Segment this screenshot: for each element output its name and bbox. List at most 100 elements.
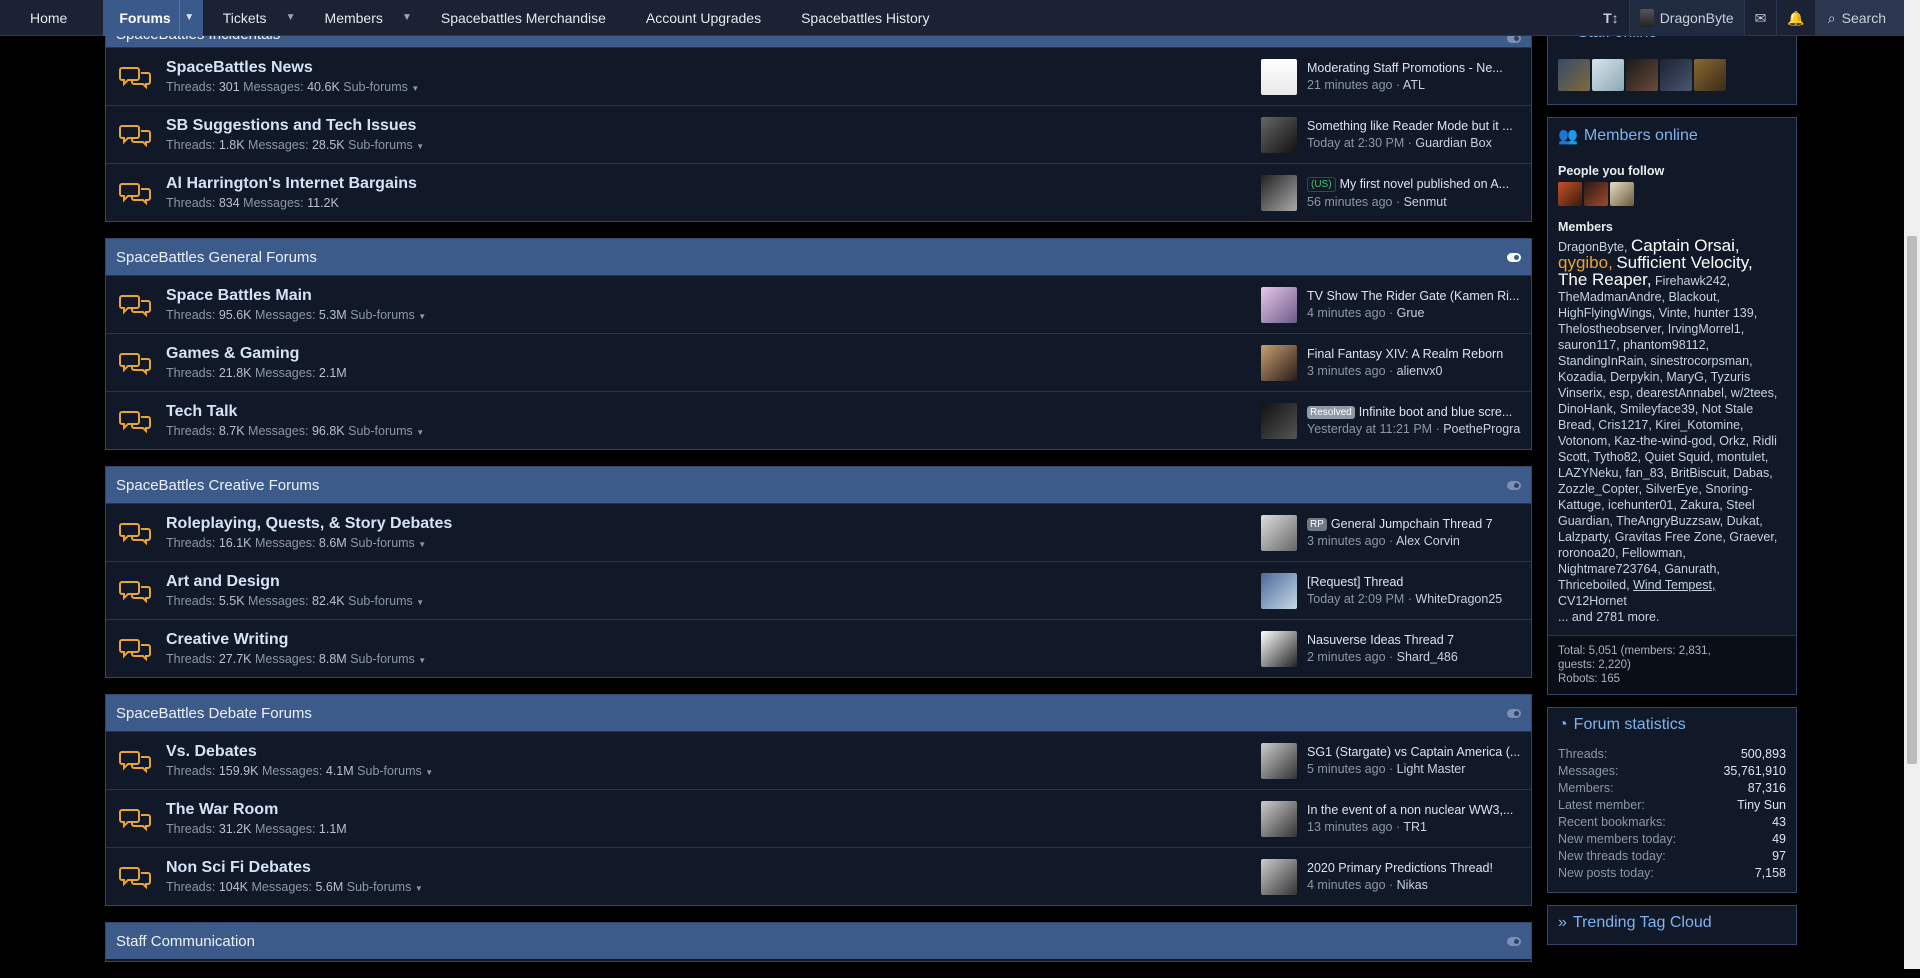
category-header[interactable]: Staff Communication — [106, 923, 1531, 959]
forum-title-link[interactable]: The War Room — [166, 801, 278, 819]
subforums-dropdown[interactable]: Sub-forums ▼ — [348, 594, 424, 608]
forum-title-link[interactable]: Space Battles Main — [166, 287, 312, 305]
subforums-dropdown[interactable]: Sub-forums ▼ — [350, 652, 426, 666]
latest-thread-link[interactable]: [Request] Thread — [1307, 575, 1523, 589]
forum-title-link[interactable]: Tech Talk — [166, 403, 237, 421]
latest-thread-link[interactable]: SG1 (Stargate) vs Captain America (... — [1307, 745, 1523, 759]
chevron-down-icon[interactable]: ▼ — [178, 0, 199, 36]
avatar[interactable] — [1261, 116, 1297, 153]
text-size-icon[interactable]: T↕ — [1593, 0, 1629, 36]
latest-post-time[interactable]: Yesterday at 11:21 PM — [1307, 422, 1432, 436]
latest-post-user[interactable]: Alex Corvin — [1396, 534, 1460, 548]
collapse-toggle-icon[interactable] — [1507, 480, 1521, 490]
avatar[interactable] — [1261, 800, 1297, 837]
members-online-title[interactable]: 👥 Members online — [1548, 118, 1796, 154]
chevron-down-icon[interactable]: ▼ — [397, 0, 417, 36]
nav-tab-home[interactable]: Home — [0, 0, 87, 36]
latest-post-time[interactable]: 13 minutes ago — [1307, 820, 1392, 834]
latest-post-time[interactable]: 5 minutes ago — [1307, 762, 1386, 776]
avatar[interactable] — [1261, 630, 1297, 667]
avatar[interactable] — [1261, 286, 1297, 323]
nav-tab-tickets[interactable]: Tickets ▼ — [203, 0, 305, 36]
subforums-dropdown[interactable]: Sub-forums ▼ — [343, 80, 419, 94]
latest-post-user[interactable]: TR1 — [1403, 820, 1427, 834]
avatar[interactable] — [1558, 59, 1590, 91]
nav-tab-forums[interactable]: Forums ▼ — [103, 0, 203, 36]
latest-post-time[interactable]: 56 minutes ago — [1307, 195, 1392, 209]
stat-value[interactable]: Tiny Sun — [1737, 797, 1786, 814]
latest-thread-link[interactable]: RP General Jumpchain Thread 7 — [1307, 517, 1523, 531]
category-title[interactable]: Staff Communication — [116, 933, 255, 950]
latest-post-user[interactable]: WhiteDragon25 — [1415, 592, 1502, 606]
avatar[interactable] — [1261, 572, 1297, 609]
forum-title-link[interactable]: Roleplaying, Quests, & Story Debates — [166, 515, 452, 533]
nav-tab-merchandise[interactable]: Spacebattles Merchandise — [421, 0, 626, 36]
thread-prefix-badge[interactable]: Resolved — [1307, 406, 1355, 419]
thread-prefix-badge[interactable]: RP — [1307, 518, 1327, 531]
latest-post-user[interactable]: Guardian Box — [1415, 136, 1491, 150]
bell-icon[interactable]: 🔔 — [1776, 0, 1814, 36]
latest-post-time[interactable]: 4 minutes ago — [1307, 878, 1386, 892]
collapse-toggle-icon[interactable] — [1507, 708, 1521, 718]
subforums-dropdown[interactable]: Sub-forums ▼ — [357, 764, 433, 778]
forum-title-link[interactable]: Art and Design — [166, 573, 280, 591]
avatar[interactable] — [1592, 59, 1624, 91]
subforums-dropdown[interactable]: Sub-forums ▼ — [348, 424, 424, 438]
scrollbar-thumb[interactable] — [1907, 236, 1917, 764]
nav-tab-history[interactable]: Spacebattles History — [781, 0, 949, 36]
latest-post-user[interactable]: Nikas — [1397, 878, 1428, 892]
latest-thread-link[interactable]: Resolved Infinite boot and blue scre... — [1307, 405, 1523, 419]
latest-thread-link[interactable]: In the event of a non nuclear WW3,... — [1307, 803, 1523, 817]
latest-post-time[interactable]: 3 minutes ago — [1307, 534, 1386, 548]
latest-thread-link[interactable]: Final Fantasy XIV: A Realm Reborn — [1307, 347, 1523, 361]
avatar[interactable] — [1261, 514, 1297, 551]
subforums-dropdown[interactable]: Sub-forums ▼ — [347, 880, 423, 894]
category-title[interactable]: SpaceBattles General Forums — [116, 249, 317, 266]
latest-post-user[interactable]: Grue — [1397, 306, 1425, 320]
avatar[interactable] — [1261, 174, 1297, 211]
nav-tab-account-upgrades[interactable]: Account Upgrades — [626, 0, 781, 36]
members-more-link[interactable]: ... and 2781 more. — [1558, 609, 1786, 625]
member-link[interactable]: CV12Hornet — [1558, 594, 1627, 608]
forum-title-link[interactable]: Al Harrington's Internet Bargains — [166, 175, 417, 193]
latest-post-time[interactable]: 4 minutes ago — [1307, 306, 1386, 320]
category-title[interactable]: SpaceBattles Creative Forums — [116, 477, 319, 494]
category-header[interactable]: SpaceBattles Creative Forums — [106, 467, 1531, 503]
avatar[interactable] — [1261, 742, 1297, 779]
member-link[interactable]: DragonByte, — [1558, 240, 1627, 254]
forum-title-link[interactable]: SB Suggestions and Tech Issues — [166, 117, 416, 135]
collapse-toggle-icon[interactable] — [1507, 252, 1521, 262]
category-header[interactable]: SpaceBattles Debate Forums — [106, 695, 1531, 731]
collapse-toggle-icon[interactable] — [1507, 936, 1521, 946]
forum-title-link[interactable]: SpaceBattles News — [166, 59, 313, 77]
subforums-dropdown[interactable]: Sub-forums ▼ — [350, 308, 426, 322]
forum-title-link[interactable]: Creative Writing — [166, 631, 288, 649]
latest-post-time[interactable]: 3 minutes ago — [1307, 364, 1386, 378]
inbox-icon[interactable]: ✉ — [1743, 0, 1777, 36]
forum-statistics-title[interactable]: ◔ Forum statistics — [1548, 708, 1796, 742]
member-link[interactable]: Wind Tempest, — [1633, 578, 1715, 592]
avatar[interactable] — [1261, 858, 1297, 895]
latest-post-time[interactable]: 21 minutes ago — [1307, 78, 1392, 92]
search-button[interactable]: ⌕ Search — [1814, 0, 1904, 36]
category-title[interactable]: SpaceBattles Debate Forums — [116, 705, 312, 722]
latest-post-user[interactable]: PoetheProgra — [1443, 422, 1520, 436]
forum-title-link[interactable]: Games & Gaming — [166, 345, 299, 363]
latest-post-time[interactable]: Today at 2:09 PM — [1307, 592, 1404, 606]
latest-thread-link[interactable]: Something like Reader Mode but it ... — [1307, 119, 1523, 133]
subforums-dropdown[interactable]: Sub-forums ▼ — [348, 138, 424, 152]
latest-post-time[interactable]: Today at 2:30 PM — [1307, 136, 1404, 150]
latest-post-user[interactable]: Light Master — [1397, 762, 1466, 776]
forum-title-link[interactable]: Vs. Debates — [166, 743, 257, 761]
avatar[interactable] — [1584, 182, 1608, 206]
avatar[interactable] — [1610, 182, 1634, 206]
forum-title-link[interactable]: Non Sci Fi Debates — [166, 859, 311, 877]
member-link[interactable]: Firehawk242, TheMadmanAndre, Blackout, H… — [1558, 274, 1777, 592]
avatar[interactable] — [1261, 58, 1297, 95]
latest-post-user[interactable]: Senmut — [1404, 195, 1447, 209]
page-scrollbar[interactable] — [1904, 0, 1920, 969]
avatar[interactable] — [1261, 402, 1297, 439]
avatar[interactable] — [1660, 59, 1692, 91]
latest-post-user[interactable]: alienvx0 — [1397, 364, 1443, 378]
category-header[interactable]: SpaceBattles General Forums — [106, 239, 1531, 275]
